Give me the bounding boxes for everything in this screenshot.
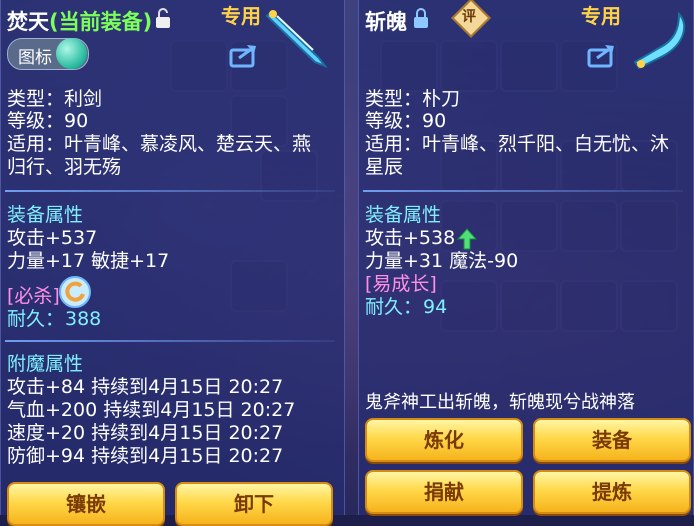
compare-item-panel: 斩魄 评 专用 类型：朴刀 等级：90 适用：叶青峰、烈千阳、白无忧、沐 星辰 … xyxy=(358,0,694,515)
durability-value: 94 xyxy=(423,296,448,318)
enchant-line: 气血+200 持续到4月15日 20:27 xyxy=(7,399,296,421)
divider xyxy=(5,190,335,192)
icon-toggle[interactable]: 图标 xyxy=(7,38,89,70)
suitable-line-2: 归行、羽无殇 xyxy=(7,156,122,178)
refine-button[interactable]: 炼化 xyxy=(365,418,523,462)
lock-icon[interactable] xyxy=(413,8,429,34)
rating-badge: 评 xyxy=(462,9,476,25)
enchant-section-title: 附魔属性 xyxy=(7,353,84,375)
strength-agility-stat: 力量+17 敏捷+17 xyxy=(7,250,170,272)
item-slogan: 鬼斧神工出斩魄，斩魄现兮战神落 xyxy=(365,392,635,413)
attr-section-title: 装备属性 xyxy=(7,204,84,226)
equipped-item-panel: 焚天 (当前装备) 专用 图标 类型：利剑 等级：90 适用：叶青峰、慕凌风、楚… xyxy=(0,0,345,526)
durability-label: 耐久： xyxy=(7,308,65,330)
attr-section-title: 装备属性 xyxy=(365,204,442,226)
skill-icon[interactable] xyxy=(59,276,91,312)
enchant-line: 攻击+84 持续到4月15日 20:27 xyxy=(7,376,284,398)
suitable-line-2: 星辰 xyxy=(365,156,404,178)
durability-value: 388 xyxy=(65,308,102,330)
growth-tag: [易成长] xyxy=(365,273,437,295)
enchant-line: 防御+94 持续到4月15日 20:27 xyxy=(7,445,284,467)
attack-stat: 攻击+537 xyxy=(7,227,98,249)
exclusive-tag: 专用 xyxy=(581,4,621,28)
strength-magic-stat: 力量+31 魔法-90 xyxy=(365,250,519,272)
durability-label: 耐久： xyxy=(365,296,423,318)
suitable-line-1: 适用：叶青峰、慕凌风、楚云天、燕 xyxy=(7,133,312,155)
share-icon[interactable] xyxy=(229,42,259,72)
share-icon[interactable] xyxy=(587,42,617,72)
blade-icon xyxy=(629,10,691,74)
unequip-button[interactable]: 卸下 xyxy=(175,482,333,526)
extract-button[interactable]: 提炼 xyxy=(533,470,691,514)
item-name: 斩魄 xyxy=(365,10,407,34)
inlay-button[interactable]: 镶嵌 xyxy=(7,482,165,526)
exclusive-tag: 专用 xyxy=(221,4,261,28)
type-line: 类型：朴刀 xyxy=(365,88,461,110)
level-line: 等级：90 xyxy=(7,110,89,132)
toggle-knob xyxy=(56,38,87,69)
suitable-line-1: 适用：叶青峰、烈千阳、白无忧、沐 xyxy=(365,133,670,155)
icon-toggle-label: 图标 xyxy=(18,48,52,68)
sword-icon xyxy=(263,6,333,74)
attack-stat: 攻击+538 xyxy=(365,227,456,249)
divider xyxy=(5,340,335,342)
donate-button[interactable]: 捐献 xyxy=(365,470,523,514)
type-line: 类型：利剑 xyxy=(7,88,103,110)
level-line: 等级：90 xyxy=(365,110,447,132)
skill-tag: [必杀] xyxy=(7,285,60,307)
unlock-icon[interactable] xyxy=(155,8,171,34)
enchant-line: 速度+20 持续到4月15日 20:27 xyxy=(7,422,284,444)
equip-button[interactable]: 装备 xyxy=(533,418,691,462)
divider xyxy=(363,190,683,192)
equipped-status: (当前装备) xyxy=(49,10,153,34)
item-name: 焚天 xyxy=(7,10,49,34)
